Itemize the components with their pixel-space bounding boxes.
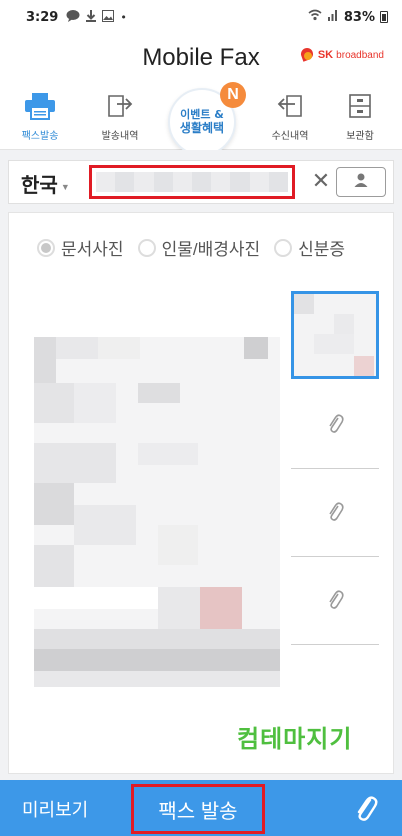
tab-send-history[interactable]: 발송내역: [88, 90, 152, 148]
tab-receive-history[interactable]: 수신내역: [258, 90, 322, 148]
page-thumbnail-selected[interactable]: [291, 291, 379, 379]
fax-compose-area: 한국 ▼ ✕ 문서사진 인물/배경사진 신분증 컴테마지기: [0, 150, 402, 780]
redacted-number: [96, 172, 288, 192]
paperclip-icon: [326, 501, 344, 527]
event-line2: 생활혜택: [179, 121, 225, 135]
main-tabs: 팩스발송 발송내역 수신내역 보관함 이벤트 & 생활혜택 N: [0, 82, 402, 156]
paperclip-icon: [326, 413, 344, 439]
battery-percent: 83%: [343, 9, 375, 25]
status-icons: •: [66, 9, 127, 25]
radio-dot-icon: [137, 238, 156, 257]
tab-label: 팩스발송: [21, 131, 59, 142]
preview-button[interactable]: 미리보기: [22, 796, 88, 822]
photo-type-options: 문서사진 인물/배경사진 신분증: [37, 235, 345, 260]
country-selector[interactable]: 한국 ▼: [21, 169, 70, 198]
status-right: 83%: [308, 9, 388, 25]
paperclip-icon: [326, 589, 344, 615]
send-fax-button[interactable]: 팩스 발송: [131, 784, 265, 834]
sk-logo-text: SK broadband: [317, 49, 384, 61]
tab-label: 보관함: [346, 131, 374, 142]
send-history-icon: [88, 90, 152, 122]
radio-label: 신분증: [298, 240, 346, 259]
tab-archive[interactable]: 보관함: [328, 90, 392, 148]
contacts-button[interactable]: [336, 167, 386, 197]
app-header: Mobile Fax SK broadband: [0, 34, 402, 84]
radio-portrait-photo[interactable]: 인물/배경사진: [137, 235, 261, 260]
watermark-text: 컴테마지기: [237, 725, 353, 753]
bottom-action-bar: 미리보기 팩스 발송: [0, 780, 402, 836]
radio-id-card[interactable]: 신분증: [274, 235, 345, 260]
attach-paperclip-icon[interactable]: [352, 794, 380, 822]
receive-history-icon: [258, 90, 322, 122]
status-bar: 3:29 • 83%: [0, 0, 402, 34]
sk-broadband-logo: SK broadband: [299, 48, 384, 62]
recipient-row: 한국 ▼ ✕: [8, 160, 394, 204]
dropdown-caret-icon: ▼: [60, 181, 70, 192]
radio-document-photo[interactable]: 문서사진: [37, 235, 124, 260]
radio-label: 문서사진: [61, 240, 124, 259]
tab-fax-send[interactable]: 팩스발송: [8, 90, 72, 148]
document-preview-image: [34, 337, 280, 687]
tab-label: 수신내역: [271, 131, 309, 142]
dot-icon: •: [120, 10, 127, 24]
new-badge: N: [220, 82, 246, 108]
battery-icon: [380, 11, 388, 23]
document-card: 문서사진 인물/배경사진 신분증 컴테마지기: [8, 212, 394, 774]
tab-label: 발송내역: [101, 131, 139, 142]
attach-slot-2[interactable]: [291, 471, 379, 557]
chat-icon: [66, 9, 80, 25]
archive-icon: [328, 90, 392, 122]
wifi-icon: [308, 9, 322, 25]
signal-icon: [327, 9, 339, 25]
image-icon: [102, 9, 115, 25]
radio-dot-icon: [274, 238, 293, 257]
attach-slot-1[interactable]: [291, 383, 379, 469]
status-time: 3:29: [26, 9, 59, 25]
country-label: 한국: [21, 175, 58, 197]
clear-icon[interactable]: ✕: [309, 169, 333, 194]
attach-slot-3[interactable]: [291, 559, 379, 645]
download-icon: [86, 9, 97, 25]
fax-number-input[interactable]: [89, 165, 295, 199]
radio-label: 인물/배경사진: [161, 240, 261, 259]
printer-icon: [8, 90, 72, 122]
person-icon: [353, 172, 369, 192]
sk-logo-mark: [299, 48, 315, 62]
event-line1: 이벤트 &: [180, 108, 224, 121]
radio-dot-icon: [37, 238, 55, 257]
